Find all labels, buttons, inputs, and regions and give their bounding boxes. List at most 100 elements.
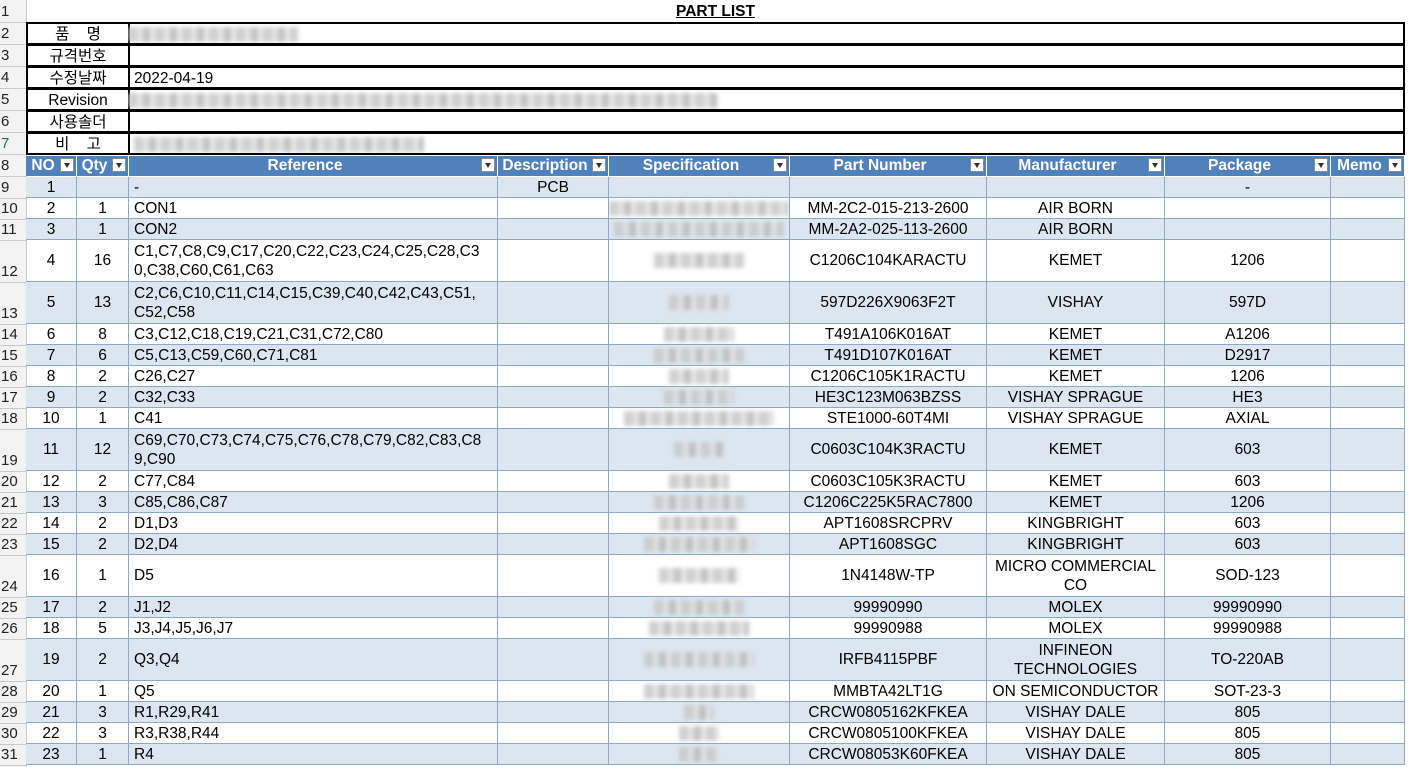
table-cell-memo[interactable]	[1331, 429, 1405, 470]
table-cell[interactable]: INFINEON TECHNOLOGIES	[987, 639, 1165, 680]
table-cell[interactable]: 18	[26, 618, 77, 638]
table-cell[interactable]: 99990988	[790, 618, 987, 638]
row-number[interactable]: 27	[0, 662, 26, 680]
table-cell[interactable]: 603	[1165, 471, 1331, 491]
table-cell[interactable]	[498, 198, 609, 218]
row-number[interactable]: 30	[0, 725, 26, 743]
table-cell[interactable]: 5	[26, 282, 77, 323]
table-cell[interactable]: HE3C123M063BZSS	[790, 387, 987, 407]
table-cell[interactable]: APT1608SGC	[790, 534, 987, 554]
table-cell[interactable]	[498, 366, 609, 386]
table-cell[interactable]: KEMET	[987, 492, 1165, 512]
table-cell-memo[interactable]	[1331, 219, 1405, 239]
row-number[interactable]: 15	[0, 347, 26, 365]
table-cell[interactable]: R4	[129, 744, 498, 764]
row-number[interactable]: 26	[0, 620, 26, 638]
row-number[interactable]: 25	[0, 599, 26, 617]
table-cell[interactable]: CRCW0805162KFKEA	[790, 702, 987, 722]
table-cell-memo[interactable]	[1331, 345, 1405, 365]
column-header[interactable]: Package	[1165, 156, 1331, 176]
table-cell[interactable]: 8	[77, 324, 129, 344]
info-label[interactable]: Revision	[26, 88, 130, 111]
row-number[interactable]: 17	[0, 389, 26, 407]
row-number[interactable]: 21	[0, 494, 26, 512]
row-number[interactable]: 3	[0, 47, 26, 65]
table-cell[interactable]	[498, 702, 609, 722]
table-cell[interactable]: 1	[26, 177, 77, 197]
table-cell-memo[interactable]	[1331, 597, 1405, 617]
row-number[interactable]: 28	[0, 683, 26, 701]
table-cell[interactable]: 12	[77, 429, 129, 470]
row-number[interactable]: 14	[0, 326, 26, 344]
table-cell[interactable]: 2	[77, 387, 129, 407]
table-cell[interactable]	[1165, 219, 1331, 239]
table-cell[interactable]: R1,R29,R41	[129, 702, 498, 722]
table-cell[interactable]: 99990990	[1165, 597, 1331, 617]
info-value[interactable]	[128, 22, 1405, 45]
table-cell[interactable]: C3,C12,C18,C19,C21,C31,C72,C80	[129, 324, 498, 344]
table-cell[interactable]: PCB	[498, 177, 609, 197]
row-number[interactable]: 6	[0, 113, 26, 131]
table-cell[interactable]: KINGBRIGHT	[987, 534, 1165, 554]
table-cell[interactable]: KEMET	[987, 366, 1165, 386]
table-cell[interactable]: MOLEX	[987, 618, 1165, 638]
table-cell[interactable]: APT1608SRCPRV	[790, 513, 987, 533]
table-cell[interactable]: C26,C27	[129, 366, 498, 386]
table-cell[interactable]: -	[1165, 177, 1331, 197]
info-label[interactable]: 비 고	[26, 132, 130, 155]
table-cell[interactable]: C77,C84	[129, 471, 498, 491]
table-cell[interactable]: MM-2A2-025-113-2600	[790, 219, 987, 239]
table-cell[interactable]: VISHAY DALE	[987, 723, 1165, 743]
table-cell-memo[interactable]	[1331, 702, 1405, 722]
row-number[interactable]: 5	[0, 91, 26, 109]
table-cell[interactable]: 15	[26, 534, 77, 554]
table-cell-memo[interactable]	[1331, 723, 1405, 743]
table-cell-memo[interactable]	[1331, 618, 1405, 638]
table-cell[interactable]: 12	[26, 471, 77, 491]
table-cell[interactable]: 99990988	[1165, 618, 1331, 638]
table-cell[interactable]	[77, 177, 129, 197]
table-cell[interactable]: 7	[26, 345, 77, 365]
table-cell[interactable]: HE3	[1165, 387, 1331, 407]
column-header[interactable]: Specification	[609, 156, 790, 176]
table-cell-memo[interactable]	[1331, 198, 1405, 218]
filter-dropdown-icon[interactable]	[60, 158, 74, 172]
table-cell[interactable]: C41	[129, 408, 498, 428]
table-cell[interactable]: 22	[26, 723, 77, 743]
table-cell[interactable]: C5,C13,C59,C60,C71,C81	[129, 345, 498, 365]
table-cell[interactable]: KEMET	[987, 345, 1165, 365]
table-cell[interactable]: Q5	[129, 681, 498, 701]
table-cell-memo[interactable]	[1331, 177, 1405, 197]
table-cell[interactable]: 2	[77, 513, 129, 533]
table-cell[interactable]: 2	[77, 366, 129, 386]
table-cell[interactable]	[498, 744, 609, 764]
table-cell[interactable]: SOT-23-3	[1165, 681, 1331, 701]
table-cell-memo[interactable]	[1331, 471, 1405, 491]
info-value[interactable]	[128, 88, 1405, 111]
table-cell[interactable]: KEMET	[987, 471, 1165, 491]
table-cell[interactable]	[498, 597, 609, 617]
table-cell[interactable]: A1206	[1165, 324, 1331, 344]
table-cell[interactable]: C2,C6,C10,C11,C14,C15,C39,C40,C42,C43,C5…	[129, 282, 498, 323]
info-label[interactable]: 사용솔더	[26, 110, 130, 133]
table-cell[interactable]: 11	[26, 429, 77, 470]
table-cell[interactable]: 3	[77, 492, 129, 512]
table-cell[interactable]: T491A106K016AT	[790, 324, 987, 344]
row-number[interactable]: 11	[0, 221, 26, 239]
table-cell-memo[interactable]	[1331, 240, 1405, 281]
table-cell[interactable]: 597D	[1165, 282, 1331, 323]
table-cell[interactable]: D5	[129, 555, 498, 596]
row-number[interactable]: 8	[0, 157, 26, 175]
table-cell[interactable]: 10	[26, 408, 77, 428]
filter-dropdown-icon[interactable]	[112, 158, 126, 172]
row-number[interactable]: 31	[0, 746, 26, 764]
table-cell[interactable]: C32,C33	[129, 387, 498, 407]
table-cell[interactable]: 603	[1165, 429, 1331, 470]
table-cell[interactable]: 3	[77, 723, 129, 743]
table-cell[interactable]: 19	[26, 639, 77, 680]
table-cell[interactable]: 3	[77, 702, 129, 722]
table-cell[interactable]: J3,J4,J5,J6,J7	[129, 618, 498, 638]
filter-dropdown-icon[interactable]	[592, 158, 606, 172]
table-cell-memo[interactable]	[1331, 534, 1405, 554]
filter-dropdown-icon[interactable]	[1148, 158, 1162, 172]
